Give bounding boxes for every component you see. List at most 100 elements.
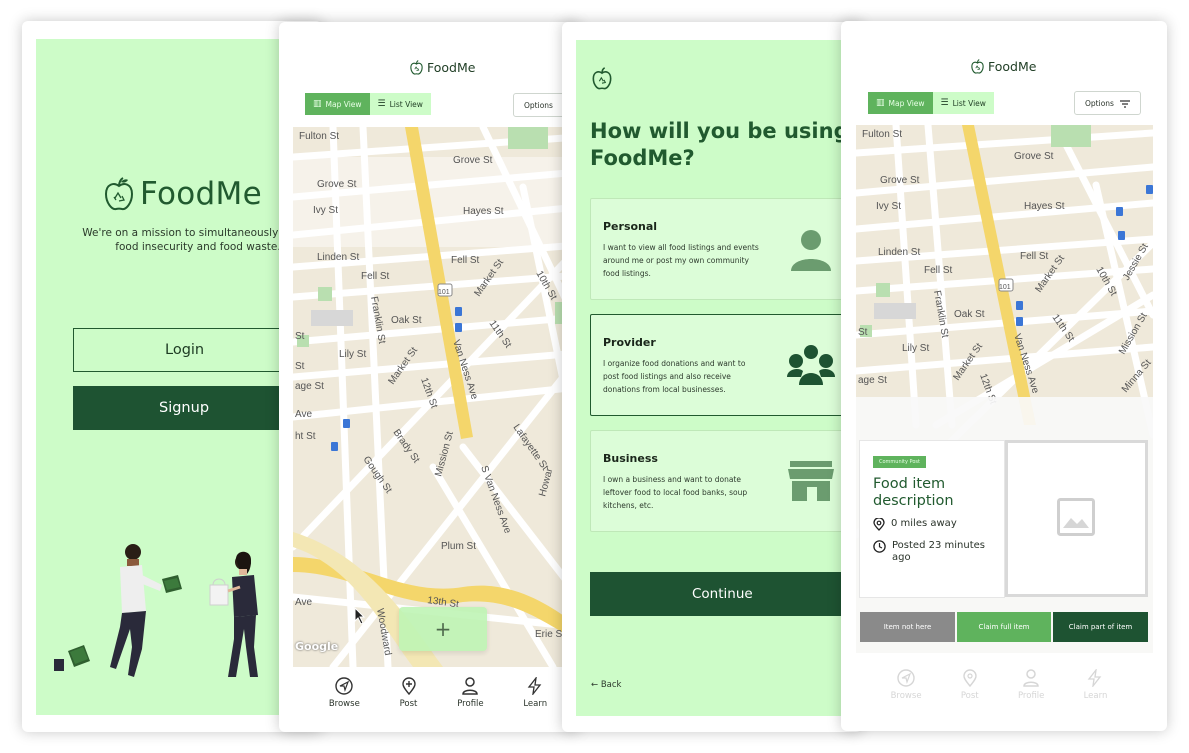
map-view-tab[interactable]: ▥ Map View xyxy=(868,92,933,114)
nav-learn[interactable]: Learn xyxy=(523,677,547,709)
list-icon: ☰ xyxy=(940,98,949,108)
brand-name: FoodMe xyxy=(988,59,1037,74)
street-label: Ivy St xyxy=(876,201,901,212)
nav-post-label: Post xyxy=(399,699,418,709)
people-sharing-food-illustration xyxy=(54,544,258,677)
list-view-tab[interactable]: ☰ List View xyxy=(932,92,994,114)
street-label: Fell St xyxy=(361,271,390,282)
map-view-label: Map View xyxy=(325,99,362,109)
nav-learn[interactable]: Learn xyxy=(1083,669,1108,701)
street-label: Grove St xyxy=(880,175,920,186)
header-brand: FoodMe xyxy=(971,59,1036,74)
street-label: Ivy St xyxy=(313,205,338,216)
profile-icon xyxy=(1023,669,1039,687)
street-label: Linden St xyxy=(317,252,359,263)
highway-shield: 101 xyxy=(438,289,450,296)
group-icon xyxy=(787,345,835,385)
street-label: St xyxy=(295,331,305,342)
street-label: Ave xyxy=(295,597,312,608)
street-label: Oak St xyxy=(391,315,422,326)
street-label: Ave xyxy=(295,409,312,420)
clock-icon xyxy=(873,540,886,553)
nav-profile[interactable]: Profile xyxy=(457,677,484,709)
street-label: Hayes St xyxy=(463,206,504,217)
map-icon: ▥ xyxy=(876,98,885,108)
welcome-logo: FoodMe xyxy=(104,176,262,212)
item-image xyxy=(1005,440,1148,597)
view-toggle: ▥ Map View ☰ List View xyxy=(868,92,994,114)
choice-title: Provider xyxy=(603,336,656,349)
map-view-label: Map View xyxy=(888,98,925,108)
nav-learn-label: Learn xyxy=(523,699,548,709)
street-label: Grove St xyxy=(317,179,357,190)
nav-browse[interactable]: Browse xyxy=(329,677,360,709)
claim-part-of-item-button[interactable]: Claim part of item xyxy=(1053,612,1148,642)
options-button[interactable]: Options xyxy=(1074,91,1141,115)
map-view-tab[interactable]: ▥ Map View xyxy=(305,93,370,115)
nav-post[interactable]: Post xyxy=(400,677,418,709)
list-view-tab[interactable]: ☰ List View xyxy=(369,93,431,115)
choice-title: Personal xyxy=(603,220,658,233)
continue-button[interactable]: Continue xyxy=(590,572,850,616)
street-label: Fell St xyxy=(451,255,480,266)
post-icon xyxy=(963,669,977,687)
map-screen: FoodMe ▥ Map View ☰ List View Options Fu… xyxy=(279,22,579,732)
choice-title: Business xyxy=(603,452,658,465)
map-area[interactable]: Fulton St Grove St Grove St Ivy St Hayes… xyxy=(293,127,579,667)
claim-full-item-button[interactable]: Claim full item xyxy=(957,612,1051,642)
add-post-button[interactable]: + xyxy=(399,607,487,651)
apple-recycle-icon xyxy=(410,60,423,75)
choice-provider[interactable]: Provider I organize food donations and w… xyxy=(590,314,850,416)
location-icon xyxy=(873,518,885,531)
nav-browse-label: Browse xyxy=(890,691,922,701)
posted-text: Posted 23 minutes ago xyxy=(892,540,985,563)
map-icon: ▥ xyxy=(313,99,322,109)
street-label: age St xyxy=(858,375,887,386)
posted-row: Posted 23 minutes ago xyxy=(873,540,992,564)
street-label: Hayes St xyxy=(1024,201,1065,212)
learn-icon xyxy=(527,677,542,695)
bottom-nav: Browse Post Profile Learn xyxy=(841,669,1167,701)
bottom-nav: Browse Post Profile Learn xyxy=(279,677,579,709)
choice-description: I own a business and want to donate left… xyxy=(603,475,748,510)
page-title: How will you be using FoodMe? xyxy=(590,119,849,170)
street-label: St xyxy=(295,361,305,372)
google-attribution: Google xyxy=(295,640,339,653)
street-label: age St xyxy=(295,381,324,392)
nav-post-label: Post xyxy=(960,691,979,701)
street-label: Fulton St xyxy=(862,129,902,140)
brand-name: FoodMe xyxy=(427,60,476,75)
role-selection-screen: How will you be using FoodMe? Personal I… xyxy=(562,22,862,732)
list-view-label: List View xyxy=(952,98,986,108)
street-label: Erie S xyxy=(535,629,563,640)
filter-icon xyxy=(1120,100,1130,108)
nav-browse-label: Browse xyxy=(328,699,360,709)
browse-icon xyxy=(897,669,915,687)
choice-personal[interactable]: Personal I want to view all food listing… xyxy=(590,198,850,300)
apple-recycle-icon xyxy=(592,67,612,90)
back-link[interactable]: ← Back xyxy=(591,680,621,690)
choice-description: I want to view all food listings and eve… xyxy=(603,243,759,278)
post-type-badge: Community Post xyxy=(873,456,926,468)
item-not-here-button[interactable]: Item not here xyxy=(860,612,955,642)
apple-recycle-icon xyxy=(971,59,984,74)
street-label: St xyxy=(858,327,868,338)
store-icon xyxy=(788,461,834,501)
nav-profile-label: Profile xyxy=(1017,691,1045,701)
nav-learn-label: Learn xyxy=(1083,691,1108,701)
learn-icon xyxy=(1088,669,1102,687)
nav-profile-label: Profile xyxy=(457,699,484,709)
options-label: Options xyxy=(524,100,553,110)
distance-text: 0 miles away xyxy=(891,518,957,529)
street-label: Fell St xyxy=(1020,251,1049,262)
street-label: Grove St xyxy=(453,155,493,166)
choice-business[interactable]: Business I own a business and want to do… xyxy=(590,430,850,532)
street-map[interactable]: Fulton St Grove St Grove St Ivy St Hayes… xyxy=(293,127,579,667)
nav-profile[interactable]: Profile xyxy=(1018,669,1044,701)
apple-recycle-icon xyxy=(104,177,134,211)
person-icon xyxy=(791,230,831,271)
nav-post[interactable]: Post xyxy=(961,669,979,701)
street-label: Fell St xyxy=(924,265,953,276)
browse-icon xyxy=(335,677,354,695)
nav-browse[interactable]: Browse xyxy=(891,669,922,701)
